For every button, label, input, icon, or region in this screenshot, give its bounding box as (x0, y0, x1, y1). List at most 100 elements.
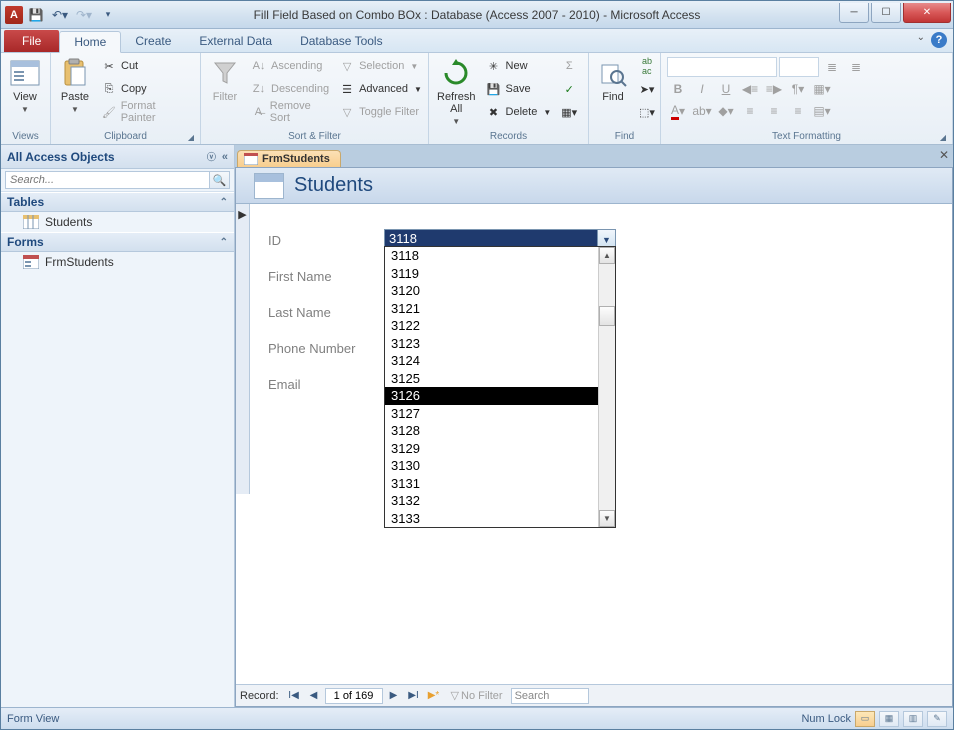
dropdown-item[interactable]: 3131 (385, 475, 598, 493)
layout-view-icon[interactable]: ▥ (903, 711, 923, 727)
nav-dropdown-icon[interactable]: ⓥ (207, 150, 216, 163)
nav-item-students-table[interactable]: Students (1, 212, 234, 232)
selection-button[interactable]: ▽Selection▼ (335, 55, 426, 77)
new-button[interactable]: ✳New (482, 55, 556, 77)
cut-button[interactable]: ✂Cut (97, 55, 196, 77)
delete-button[interactable]: ✖Delete▼ (482, 101, 556, 123)
dropdown-item[interactable]: 3119 (385, 265, 598, 283)
highlight-button[interactable]: ab▾ (691, 101, 713, 121)
nav-group-tables[interactable]: Tables⌃ (1, 192, 234, 212)
datasheet-view-icon[interactable]: ▦ (879, 711, 899, 727)
align-left-icon[interactable]: ≡ (739, 101, 761, 121)
next-record-icon[interactable]: ▶ (385, 687, 403, 705)
design-view-icon[interactable]: ✎ (927, 711, 947, 727)
dropdown-item[interactable]: 3129 (385, 440, 598, 458)
dropdown-item[interactable]: 3124 (385, 352, 598, 370)
document-tab-frmstudents[interactable]: FrmStudents (237, 150, 341, 167)
dropdown-item[interactable]: 3121 (385, 300, 598, 318)
record-selector[interactable]: ▶ (236, 204, 250, 494)
italic-button[interactable]: I (691, 79, 713, 99)
ascending-button[interactable]: A↓Ascending (247, 55, 333, 77)
qat-save-icon[interactable]: 💾 (25, 4, 47, 26)
tab-create[interactable]: Create (121, 30, 185, 52)
fill-color-button[interactable]: ◆▾ (715, 101, 737, 121)
dropdown-item[interactable]: 3122 (385, 317, 598, 335)
qat-redo-icon[interactable]: ↷▾ (73, 4, 95, 26)
bold-button[interactable]: B (667, 79, 689, 99)
qat-customize-icon[interactable]: ▾ (97, 4, 119, 26)
maximize-button[interactable]: ☐ (871, 3, 901, 23)
replace-button[interactable]: abac (635, 55, 659, 77)
dropdown-item[interactable]: 3127 (385, 405, 598, 423)
copy-button[interactable]: ⎘Copy (97, 78, 196, 100)
goto-button[interactable]: ➤▾ (635, 78, 659, 100)
close-button[interactable]: ✕ (903, 3, 951, 23)
indent-inc-icon[interactable]: ≡▶ (763, 79, 785, 99)
numbering-icon[interactable]: ≣ (845, 57, 867, 77)
new-record-icon[interactable]: ▶* (425, 687, 443, 705)
save-button[interactable]: 💾Save (482, 78, 556, 100)
underline-button[interactable]: U (715, 79, 737, 99)
dropdown-item[interactable]: 3123 (385, 335, 598, 353)
qat-undo-icon[interactable]: ↶▾ (49, 4, 71, 26)
format-painter-button[interactable]: 🖌Format Painter (97, 101, 196, 123)
nav-search-input[interactable] (5, 171, 210, 189)
toggle-filter-button[interactable]: ▽Toggle Filter (335, 101, 426, 123)
tab-file[interactable]: File (4, 30, 59, 52)
minimize-ribbon-icon[interactable]: ⌄ (917, 32, 925, 43)
prev-record-icon[interactable]: ◀ (305, 687, 323, 705)
tab-home[interactable]: Home (59, 31, 121, 53)
scroll-down-icon[interactable]: ▼ (599, 510, 615, 527)
align-center-icon[interactable]: ≡ (763, 101, 785, 121)
help-icon[interactable]: ? (931, 32, 947, 48)
search-icon[interactable]: 🔍 (210, 171, 230, 189)
scroll-up-icon[interactable]: ▲ (599, 247, 615, 264)
spelling-button[interactable]: ✓ (557, 78, 581, 100)
view-button[interactable]: View ▼ (5, 55, 45, 116)
filter-button[interactable]: Filter (205, 55, 245, 105)
last-record-icon[interactable]: ▶I (405, 687, 423, 705)
more-button[interactable]: ▦▾ (557, 101, 581, 123)
font-combo[interactable] (667, 57, 777, 77)
form-view-icon[interactable]: ▭ (855, 711, 875, 727)
nav-collapse-icon[interactable]: « (222, 151, 228, 163)
nav-header[interactable]: All Access Objects ⓥ « (1, 145, 234, 169)
first-record-icon[interactable]: I◀ (285, 687, 303, 705)
select-button[interactable]: ⬚▾ (635, 101, 659, 123)
remove-sort-button[interactable]: A̶Remove Sort (247, 101, 333, 123)
dropdown-item[interactable]: 3118 (385, 247, 598, 265)
descending-button[interactable]: Z↓Descending (247, 78, 333, 100)
align-right-icon[interactable]: ≡ (787, 101, 809, 121)
tab-external-data[interactable]: External Data (185, 30, 286, 52)
indent-dec-icon[interactable]: ◀≡ (739, 79, 761, 99)
clipboard-dialog-icon[interactable]: ◢ (188, 133, 194, 142)
advanced-button[interactable]: ☰Advanced▼ (335, 78, 426, 100)
record-search-input[interactable] (511, 688, 589, 704)
refresh-all-button[interactable]: Refresh All ▼ (433, 55, 480, 128)
record-position-input[interactable] (325, 688, 383, 704)
dropdown-item[interactable]: 3130 (385, 457, 598, 475)
close-document-icon[interactable]: ✕ (939, 148, 949, 162)
text-dir-icon[interactable]: ¶▾ (787, 79, 809, 99)
totals-button[interactable]: Σ (557, 55, 581, 77)
bullets-icon[interactable]: ≣ (821, 57, 843, 77)
gridlines-icon[interactable]: ▦▾ (811, 79, 833, 99)
nav-group-forms[interactable]: Forms⌃ (1, 232, 234, 252)
scroll-thumb[interactable] (599, 306, 615, 326)
text-dialog-icon[interactable]: ◢ (940, 133, 946, 142)
paste-button[interactable]: Paste ▼ (55, 55, 95, 116)
dropdown-scrollbar[interactable]: ▲ ▼ (598, 247, 615, 527)
dropdown-item[interactable]: 3126 (385, 387, 598, 405)
dropdown-item[interactable]: 3132 (385, 492, 598, 510)
dropdown-item[interactable]: 3120 (385, 282, 598, 300)
tab-database-tools[interactable]: Database Tools (286, 30, 397, 52)
alt-row-icon[interactable]: ▤▾ (811, 101, 833, 121)
minimize-button[interactable]: ─ (839, 3, 869, 23)
dropdown-item[interactable]: 3128 (385, 422, 598, 440)
nav-item-frmstudents[interactable]: FrmStudents (1, 252, 234, 272)
find-button[interactable]: Find (593, 55, 633, 105)
dropdown-item[interactable]: 3125 (385, 370, 598, 388)
font-color-button[interactable]: A▾ (667, 101, 689, 121)
font-size-combo[interactable] (779, 57, 819, 77)
dropdown-item[interactable]: 3133 (385, 510, 598, 528)
